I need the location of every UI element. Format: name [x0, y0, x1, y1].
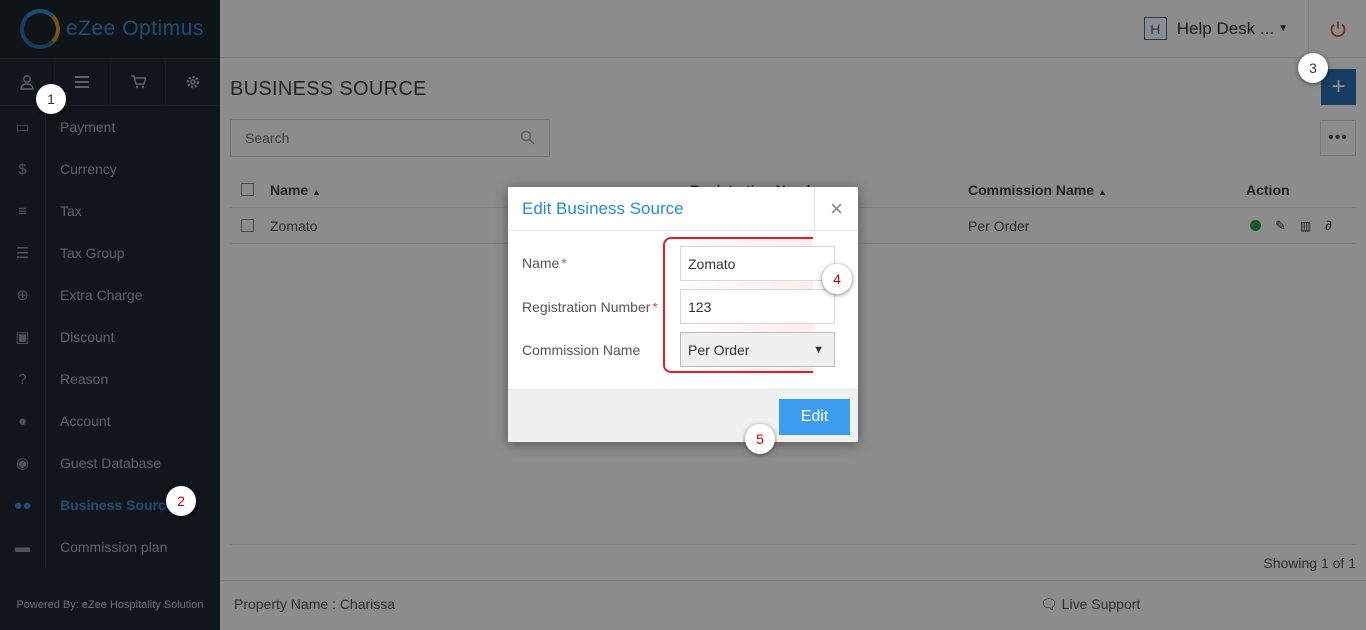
dialog-title: Edit Business Source — [522, 198, 684, 218]
edit-button[interactable]: Edit — [779, 399, 850, 435]
edit-business-source-dialog: Edit Business Source × Name * Zomato Regi… — [508, 187, 858, 442]
commission-label: Commission Name — [522, 342, 641, 358]
caret-down-icon: ▼ — [813, 343, 824, 356]
required-marker: * — [561, 255, 567, 271]
name-label: Name — [522, 255, 560, 271]
close-icon: × — [830, 196, 843, 221]
required-marker: * — [652, 299, 658, 315]
step-marker-4: 4 — [822, 264, 852, 294]
commission-selected: Per Order — [688, 341, 750, 358]
step-marker-3: 3 — [1298, 53, 1328, 83]
step-marker-5: 5 — [745, 424, 775, 454]
name-field-row: Name * — [522, 255, 567, 271]
commission-field-row: Commission Name — [522, 342, 640, 358]
step-marker-1: 1 — [36, 84, 66, 114]
close-button[interactable]: × — [814, 187, 858, 231]
commission-select[interactable]: Per Order ▼ — [680, 332, 835, 367]
registration-field-row: Registration Number * — [522, 299, 658, 315]
name-field[interactable]: Zomato — [680, 246, 835, 281]
registration-number-field[interactable]: 123 — [680, 289, 835, 324]
registration-label: Registration Number — [522, 299, 651, 315]
dialog-footer: Edit — [508, 389, 858, 442]
dialog-header: Edit Business Source × — [508, 187, 858, 231]
step-marker-2: 2 — [166, 486, 196, 516]
